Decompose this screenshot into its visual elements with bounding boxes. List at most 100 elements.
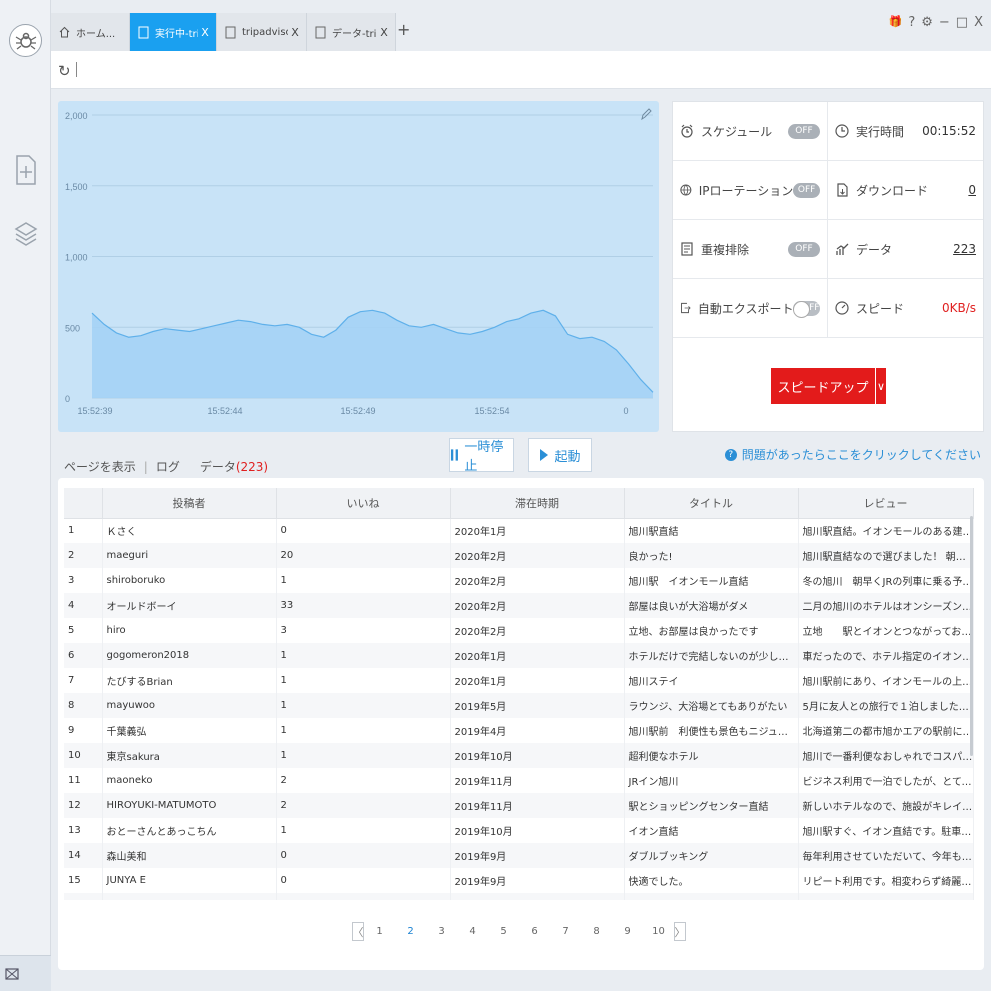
tab-close-button[interactable]: X — [377, 26, 391, 39]
prev-page-button[interactable]: 〈 — [352, 922, 364, 941]
minimize-button[interactable]: − — [939, 15, 950, 30]
settings-icon[interactable]: ⚙ — [921, 15, 933, 30]
ip-rotation-toggle[interactable]: OFF — [793, 182, 820, 198]
table-cell: 5 — [64, 618, 103, 643]
help-icon[interactable]: ? — [908, 15, 915, 30]
table-cell: 1 — [276, 718, 451, 743]
page-number[interactable]: 9 — [612, 926, 643, 937]
schedule-label: スケジュール — [701, 124, 773, 139]
page-number[interactable]: 3 — [426, 926, 457, 937]
column-header[interactable]: 滞在時期 — [450, 488, 625, 519]
start-button[interactable]: 起動 — [528, 438, 592, 472]
column-header[interactable] — [64, 488, 103, 519]
page-number[interactable]: 1 — [364, 926, 395, 937]
close-button[interactable]: X — [974, 15, 983, 30]
spider-logo-icon — [15, 32, 36, 50]
table-row[interactable]: 14森山美和02019年9月ダブルブッキング毎年利用させていただいて、今年も９月… — [64, 843, 974, 868]
table-cell: 6 — [64, 643, 103, 668]
table-cell: 旭川駅直結なので選びました！ 朝早いので便利... — [798, 543, 974, 568]
table-cell: 2019年10月 — [450, 818, 625, 843]
gift-icon[interactable]: 🎁 — [889, 15, 903, 30]
next-page-button[interactable]: 〉 — [674, 922, 686, 941]
table-row[interactable]: 7 たびするBrian 1 2020年1月 旭川ステイ 旭川駅前にあり、イオンモールの上に… — [64, 668, 974, 693]
stat-schedule: スケジュール OFF — [673, 102, 828, 161]
table-cell: 16 — [64, 893, 103, 900]
table-cell: 1 — [276, 693, 451, 718]
table-cell: 旭川駅直結 — [624, 518, 799, 543]
tab-running[interactable]: 実行中-trip... X — [130, 13, 217, 51]
tab-label: ホーム... — [76, 28, 116, 40]
y-tick-label: 500 — [65, 323, 80, 333]
data-value[interactable]: 223 — [953, 242, 976, 256]
table-row[interactable]: 16旅人198202019年7月可もなく不可もなく?新しいだけあって、お部屋はと… — [64, 893, 974, 900]
table-cell: 15 — [64, 868, 103, 893]
table-row[interactable]: 5 hiro 3 2020年2月 立地、お部屋は良かったです 立地 駅とイオンとつながって… — [64, 618, 974, 643]
table-row[interactable]: 9 千葉義弘 1 2019年4月 旭川駅前 利便性も景色もニジュウマル 北海道第二の都市旭… — [64, 718, 974, 743]
page-icon — [225, 26, 236, 38]
schedule-toggle[interactable]: OFF — [788, 123, 820, 139]
app-logo[interactable] — [9, 24, 42, 57]
column-header[interactable]: レビュー — [798, 488, 974, 519]
page-number[interactable]: 7 — [550, 926, 581, 937]
table-cell: 7 — [64, 668, 103, 693]
window-controls: 🎁 ? ⚙ − □ X — [889, 15, 983, 30]
column-header[interactable]: 投稿者 — [102, 488, 277, 519]
dedupe-toggle[interactable]: OFF — [788, 241, 820, 257]
page-number[interactable]: 6 — [519, 926, 550, 937]
table-row[interactable]: 4 オールドボーイ 33 2020年2月 部屋は良いが大浴場がダメ 二月の旭川のホテルはオ… — [64, 593, 974, 618]
page-number[interactable]: 8 — [581, 926, 612, 937]
help-link[interactable]: ? 問題があったらここをクリックしてください — [724, 446, 981, 463]
add-tab-button[interactable]: + — [397, 20, 410, 39]
maximize-button[interactable]: □ — [956, 15, 968, 30]
new-task-icon[interactable] — [14, 154, 38, 186]
runtime-label: 実行時間 — [856, 124, 905, 139]
edit-icon[interactable] — [640, 107, 652, 121]
column-header[interactable]: タイトル — [624, 488, 799, 519]
table-row[interactable]: 6gogomeron201812020年1月ホテルだけで完結しないのが少し落ち着… — [64, 643, 974, 668]
tab-close-button[interactable]: X — [288, 26, 302, 39]
table-row[interactable]: 10 東京sakura 1 2019年10月 超利便なホテル 旭川で一番利便なおしゃれでコ… — [64, 743, 974, 768]
alarm-clock-icon — [681, 124, 693, 138]
help-link-text: 問題があったらここをクリックしてください — [741, 448, 981, 462]
tab-bar: ホーム... 実行中-trip... X tripadvisor... X デー… — [51, 0, 991, 51]
table-cell: 2020年1月 — [450, 643, 625, 668]
mail-button[interactable] — [0, 955, 51, 991]
download-value[interactable]: 0 — [968, 183, 976, 197]
page-number[interactable]: 2 — [395, 926, 426, 937]
column-header[interactable]: いいね — [276, 488, 451, 519]
speed-up-dropdown[interactable]: ∨ — [876, 368, 886, 404]
tab-home[interactable]: ホーム... — [51, 13, 130, 51]
table-row[interactable]: 13 おとーさんとあっこちん 1 2019年10月 イオン直結 旭川駅すぐ、イオン直結です… — [64, 818, 974, 843]
table-cell: maeguri — [102, 543, 277, 568]
table-row[interactable]: 8 mayuwoo 1 2019年5月 ラウンジ、大浴場とてもありがたい 5月に友人との旅… — [64, 693, 974, 718]
tab-log[interactable]: ログ — [156, 458, 180, 475]
table-row[interactable]: 12 HIROYUKI-MATUMOTO 2 2019年11月 駅とショッピングセンター… — [64, 793, 974, 818]
auto-export-toggle[interactable]: OFF — [793, 300, 820, 318]
data-tab-count: (223) — [235, 460, 269, 474]
table-row[interactable]: 11 maoneko 2 2019年11月 JRイン旭川 ビジネス利用で一泊でしたが、とて… — [64, 768, 974, 793]
page-number[interactable]: 5 — [488, 926, 519, 937]
tab-page-view[interactable]: ページを表示 — [64, 458, 136, 475]
tab-data[interactable]: データ-trip... X — [307, 13, 396, 51]
table-cell: 2019年4月 — [450, 718, 625, 743]
speed-label: スピード — [856, 301, 905, 316]
table-cell: オールドボーイ — [102, 593, 277, 618]
globe-icon — [680, 184, 692, 196]
pause-button[interactable]: 一時停止 — [449, 438, 514, 474]
table-row[interactable]: 3 shiroboruko 1 2020年2月 旭川駅 イオンモール直結 冬の旭川 朝早く… — [64, 568, 974, 593]
table-cell: 新しいだけあって、お部屋はとても綺麗でした... — [798, 893, 974, 900]
tab-tripadvisor[interactable]: tripadvisor... X — [217, 13, 307, 51]
table-scroll-area[interactable]: 投稿者 いいね 滞在時期 タイトル レビュー 1 Ｋさく 0 2020年1月 旭川駅直結 旭川駅直… — [58, 478, 984, 900]
table-row[interactable]: 1Ｋさく02020年1月旭川駅直結旭川駅直結。イオンモールのある建物にあるホ..… — [64, 518, 974, 543]
stat-speed: スピード 0KB/s — [828, 279, 983, 338]
page-number[interactable]: 4 — [457, 926, 488, 937]
table-row[interactable]: 2maeguri202020年2月良かった!旭川駅直結なので選びました！ 朝早い… — [64, 543, 974, 568]
refresh-icon[interactable]: ↻ — [58, 62, 71, 80]
tab-close-button[interactable]: X — [198, 26, 212, 39]
layers-icon[interactable] — [14, 220, 38, 252]
table-row[interactable]: 15 JUNYA E 0 2019年9月 快適でした。 リピート利用です。相変わらず綺麗で… — [64, 868, 974, 893]
address-bar[interactable]: ↻ — [51, 51, 991, 89]
table-scrollbar[interactable] — [970, 516, 973, 756]
page-number[interactable]: 10 — [643, 926, 674, 937]
speed-up-button[interactable]: スピードアップ — [771, 368, 875, 404]
